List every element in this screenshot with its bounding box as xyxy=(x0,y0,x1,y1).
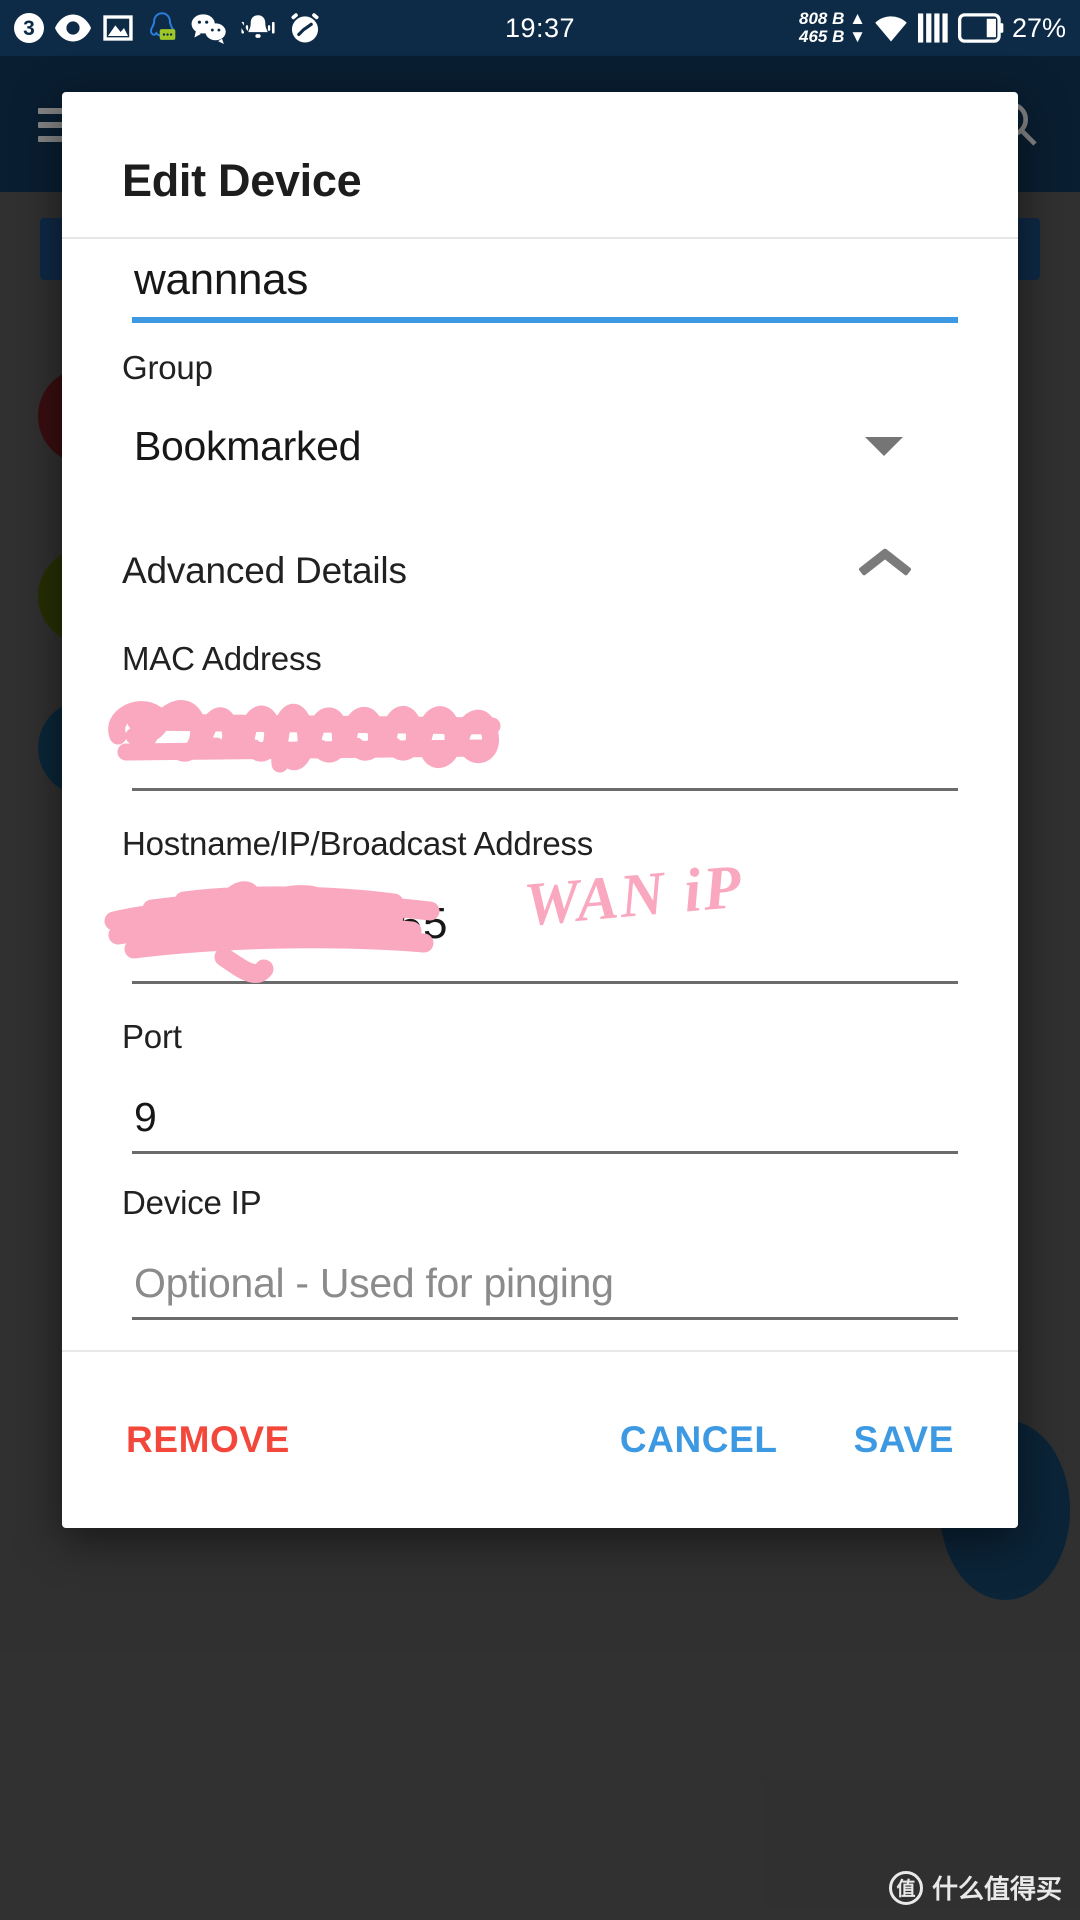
advanced-details-toggle[interactable]: Advanced Details xyxy=(122,548,958,594)
dialog-form-scroll-area[interactable]: wannnas Group Bookmarked Advanced Detail… xyxy=(62,239,1018,1350)
device-name-value[interactable]: wannnas xyxy=(122,255,958,305)
edit-device-dialog: Edit Device wannnas Group Bookmarked Adv… xyxy=(62,92,1018,1528)
port-value[interactable]: 9 xyxy=(122,1094,958,1141)
port-underline xyxy=(132,1151,958,1154)
battery-percent-label: 27% xyxy=(1011,12,1066,43)
hostname-redacted-value[interactable]: 255 WAN iP xyxy=(104,853,958,983)
mac-address-label: MAC Address xyxy=(122,640,322,677)
device-name-field[interactable]: wannnas xyxy=(122,239,958,323)
group-field[interactable]: Group Bookmarked xyxy=(122,349,958,470)
save-button[interactable]: SAVE xyxy=(850,1409,958,1471)
hostname-label: Hostname/IP/Broadcast Address xyxy=(122,825,594,862)
remove-button[interactable]: REMOVE xyxy=(122,1409,294,1471)
advanced-details-label: Advanced Details xyxy=(122,550,407,591)
device-ip-placeholder[interactable]: Optional - Used for pinging xyxy=(122,1260,958,1307)
download-arrow-icon: ▼ xyxy=(849,27,866,46)
network-rate-indicator: 808 B ▲ 465 B ▼ xyxy=(799,8,866,47)
group-dropdown[interactable]: Bookmarked xyxy=(122,423,958,470)
wan-ip-handwritten-annotation: WAN iP xyxy=(521,852,746,940)
watermark: 值 什么值得买 xyxy=(888,1869,1062,1906)
mac-address-underline xyxy=(132,788,958,791)
upload-arrow-icon: ▲ xyxy=(849,8,866,28)
device-ip-underline xyxy=(132,1317,958,1320)
hostname-field[interactable]: Hostname/IP/Broadcast Address 255 WAN iP xyxy=(104,825,958,984)
status-bar: 3 19:37 808 B ▲ 465 B ▼ 27% xyxy=(0,0,1080,56)
cancel-button[interactable]: CANCEL xyxy=(616,1409,782,1471)
dialog-title: Edit Device xyxy=(122,155,362,206)
device-name-underline-focused xyxy=(132,317,958,323)
signal-bars-icon xyxy=(916,12,952,44)
port-label: Port xyxy=(122,1018,182,1055)
dialog-action-bar: REMOVE CANCEL SAVE xyxy=(62,1352,1018,1528)
mac-address-field[interactable]: MAC Address xyxy=(108,640,958,791)
mac-address-redacted-value[interactable] xyxy=(108,692,958,788)
download-rate: 465 B xyxy=(799,27,845,46)
chevron-up-icon[interactable] xyxy=(862,548,908,594)
watermark-logo-icon: 值 xyxy=(888,1870,923,1905)
device-ip-label: Device IP xyxy=(122,1184,262,1221)
redaction-scribble xyxy=(108,700,501,773)
battery-icon xyxy=(957,13,1004,43)
wifi-icon xyxy=(872,13,910,43)
watermark-text: 什么值得买 xyxy=(931,1874,1062,1904)
group-value: Bookmarked xyxy=(134,423,362,469)
hostname-value: 255 xyxy=(372,899,449,948)
hostname-underline xyxy=(132,981,958,984)
upload-rate: 808 B xyxy=(799,8,845,28)
chevron-down-icon[interactable] xyxy=(865,437,903,456)
port-field[interactable]: Port 9 xyxy=(122,1018,958,1154)
device-ip-field[interactable]: Device IP Optional - Used for pinging xyxy=(122,1184,958,1320)
group-label: Group xyxy=(122,349,213,386)
